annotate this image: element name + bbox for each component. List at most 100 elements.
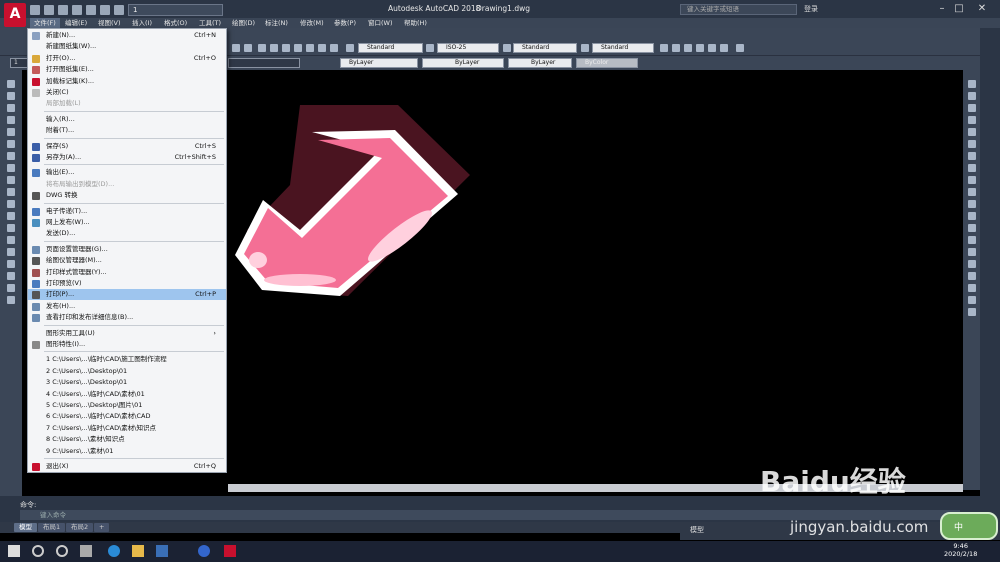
explode-icon[interactable] (968, 260, 976, 268)
tab-layout2[interactable]: 布局2 (66, 523, 94, 532)
print-icon[interactable] (86, 4, 96, 15)
fillet-icon[interactable] (968, 248, 976, 256)
minimize-icon[interactable]: – (935, 2, 949, 16)
file-menu-item[interactable]: 电子传递(T)... (28, 206, 226, 217)
tool-icon[interactable] (270, 44, 278, 52)
workspace-icon[interactable] (672, 44, 680, 52)
file-menu-item[interactable]: 打开(O)... Ctrl+O (28, 53, 226, 64)
file-menu-item[interactable]: 另存为(A)... Ctrl+Shift+S (28, 152, 226, 163)
trim-icon[interactable] (968, 188, 976, 196)
file-menu-item[interactable]: 网上发布(W)... (28, 217, 226, 228)
revcloud-icon[interactable] (7, 164, 15, 172)
layer-combo[interactable]: 1 (10, 58, 28, 68)
menu-window[interactable]: 窗口(W) (368, 18, 393, 28)
redo-icon[interactable] (114, 4, 124, 15)
file-menu-item[interactable]: 绘图仪管理器(M)... (28, 255, 226, 266)
circle-icon[interactable] (7, 152, 15, 160)
menu-draw[interactable]: 绘图(D) (232, 18, 255, 28)
dim-style-combo[interactable]: ISO-25 (437, 43, 499, 53)
menu-view[interactable]: 视图(V) (98, 18, 121, 28)
menu-dimension[interactable]: 标注(N) (265, 18, 288, 28)
dimension-icon[interactable] (968, 284, 976, 292)
rectangle-icon[interactable] (7, 128, 15, 136)
extend-icon[interactable] (968, 200, 976, 208)
dimension-icon[interactable] (968, 308, 976, 316)
line-icon[interactable] (7, 80, 15, 88)
open-file-icon[interactable] (44, 4, 54, 15)
search-input[interactable]: 键入关键字或短语 (680, 4, 797, 15)
menu-edit[interactable]: 编辑(E) (65, 18, 87, 28)
mleader-style-combo[interactable]: Standard (592, 43, 654, 53)
dimension-icon[interactable] (968, 296, 976, 304)
gradient-icon[interactable] (7, 260, 15, 268)
linetype-combo[interactable]: ByLayer (422, 58, 504, 68)
chamfer-icon[interactable] (968, 236, 976, 244)
ellipse-arc-icon[interactable] (7, 200, 15, 208)
workspace-icon[interactable] (736, 44, 744, 52)
workspace-icon[interactable] (696, 44, 704, 52)
file-menu-item[interactable]: 1 C:\Users\...\临时\CAD\施工图制作流程 (28, 354, 226, 365)
point-icon[interactable] (7, 236, 15, 244)
spline-icon[interactable] (7, 176, 15, 184)
workspace-icon[interactable] (720, 44, 728, 52)
file-menu-item[interactable]: 附着(T)... (28, 125, 226, 136)
file-menu-item[interactable]: 输出(E)... (28, 167, 226, 178)
explorer-icon[interactable] (132, 545, 144, 557)
file-menu-item[interactable]: 加载标记集(K)... (28, 76, 226, 87)
file-menu-item[interactable]: 新建(N)... Ctrl+N (28, 30, 226, 41)
color-combo[interactable]: ByLayer (340, 58, 418, 68)
clock[interactable]: 9:46 2020/2/18 (944, 542, 977, 558)
insert-block-icon[interactable] (7, 212, 15, 220)
copy-icon[interactable] (968, 92, 976, 100)
mtext-icon[interactable] (7, 296, 15, 304)
file-menu-item[interactable]: 3 C:\Users\...\Desktop\01 (28, 377, 226, 388)
ellipse-icon[interactable] (7, 188, 15, 196)
polyline-icon[interactable] (7, 104, 15, 112)
mirror-icon[interactable] (968, 104, 976, 112)
file-menu-item[interactable]: 图形特性(I)... (28, 339, 226, 350)
new-file-icon[interactable] (30, 4, 40, 15)
array-icon[interactable] (968, 128, 976, 136)
region-icon[interactable] (7, 272, 15, 280)
workspace-icon[interactable] (708, 44, 716, 52)
menu-parametric[interactable]: 参数(P) (334, 18, 356, 28)
tool-icon[interactable] (282, 44, 290, 52)
edge-icon[interactable] (108, 545, 120, 557)
layer-list-combo[interactable] (228, 58, 300, 68)
vertical-scrollbar[interactable] (980, 28, 1000, 500)
file-menu-item[interactable]: 4 C:\Users\...\临时\CAD\素材\01 (28, 389, 226, 400)
tab-model[interactable]: 模型 (14, 523, 37, 532)
close-icon[interactable]: ✕ (975, 2, 989, 16)
baidu-icon[interactable] (198, 545, 210, 557)
tool-icon[interactable] (244, 44, 252, 52)
file-menu-item[interactable]: 发送(D)... (28, 228, 226, 239)
table-icon[interactable] (7, 284, 15, 292)
menu-tools[interactable]: 工具(T) (199, 18, 221, 28)
file-menu-item[interactable]: 新建图纸集(W)... (28, 41, 226, 52)
file-menu-item[interactable]: DWG 转换 (28, 190, 226, 201)
make-block-icon[interactable] (7, 224, 15, 232)
ime-widget[interactable]: 中 (940, 512, 998, 540)
tool-icon[interactable] (232, 44, 240, 52)
menu-format[interactable]: 格式(O) (164, 18, 187, 28)
file-menu-item[interactable]: 输入(R)... (28, 114, 226, 125)
offset-icon[interactable] (968, 116, 976, 124)
tool-icon[interactable] (306, 44, 314, 52)
file-menu-item[interactable]: 发布(H)... (28, 301, 226, 312)
rotate-icon[interactable] (968, 152, 976, 160)
file-menu-item[interactable]: 打开图纸集(E)... (28, 64, 226, 75)
file-menu-item[interactable]: 8 C:\Users\...\素材\知识点 (28, 434, 226, 445)
model-space-button[interactable]: 模型 (690, 525, 704, 535)
login-button[interactable]: 登录 (804, 4, 818, 14)
file-menu-item[interactable]: 9 C:\Users\...\素材\01 (28, 446, 226, 457)
tool-icon[interactable] (258, 44, 266, 52)
file-menu-item[interactable]: 关闭(C) (28, 87, 226, 98)
file-menu-item[interactable]: 保存(S) Ctrl+S (28, 141, 226, 152)
move-icon[interactable] (968, 140, 976, 148)
workspace-icon[interactable] (660, 44, 668, 52)
search-icon[interactable] (32, 545, 44, 557)
file-menu-item[interactable]: 7 C:\Users\...\临时\CAD\素材\知识点 (28, 423, 226, 434)
lineweight-combo[interactable]: ByLayer (508, 58, 572, 68)
file-menu-item[interactable]: 图形实用工具(U) › (28, 328, 226, 339)
dimension-icon[interactable] (968, 272, 976, 280)
